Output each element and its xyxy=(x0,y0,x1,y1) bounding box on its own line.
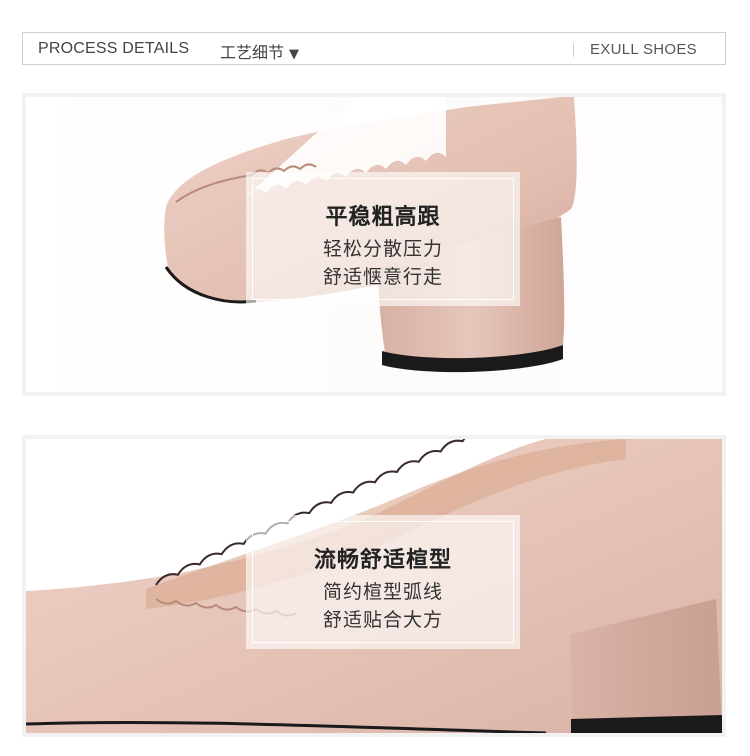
detail-panel-heel: 平稳粗高跟 轻松分散压力 舒适惬意行走 xyxy=(22,93,726,396)
detail-panel-last: 流畅舒适楦型 简约楦型弧线 舒适贴合大方 xyxy=(22,435,726,737)
section-header: PROCESS DETAILS 工艺细节 ▼ EXULL SHOES xyxy=(22,32,726,65)
feature-callout-frame: 平稳粗高跟 轻松分散压力 舒适惬意行走 xyxy=(252,178,514,300)
feature-line: 舒适惬意行走 xyxy=(322,266,443,288)
header-divider xyxy=(573,43,574,57)
feature-callout-frame: 流畅舒适楦型 简约楦型弧线 舒适贴合大方 xyxy=(252,521,514,643)
feature-description: 简约楦型弧线 舒适贴合大方 xyxy=(253,578,513,634)
feature-line: 舒适贴合大方 xyxy=(322,609,443,631)
feature-heading: 流畅舒适楦型 xyxy=(313,548,452,573)
section-title-cn-text: 工艺细节 xyxy=(220,43,285,62)
section-title-cn: 工艺细节 ▼ xyxy=(220,39,299,63)
brand-name: EXULL SHOES xyxy=(590,41,697,58)
feature-description: 轻松分散压力 舒适惬意行走 xyxy=(253,235,513,291)
section-title-en: PROCESS DETAILS xyxy=(38,40,190,57)
caret-down-icon: ▼ xyxy=(289,47,300,62)
feature-callout-heel: 平稳粗高跟 轻松分散压力 舒适惬意行走 xyxy=(246,172,520,306)
feature-line: 轻松分散压力 xyxy=(322,238,443,260)
feature-heading: 平稳粗高跟 xyxy=(325,205,441,230)
feature-callout-last: 流畅舒适楦型 简约楦型弧线 舒适贴合大方 xyxy=(246,515,520,649)
feature-line: 简约楦型弧线 xyxy=(322,581,443,603)
